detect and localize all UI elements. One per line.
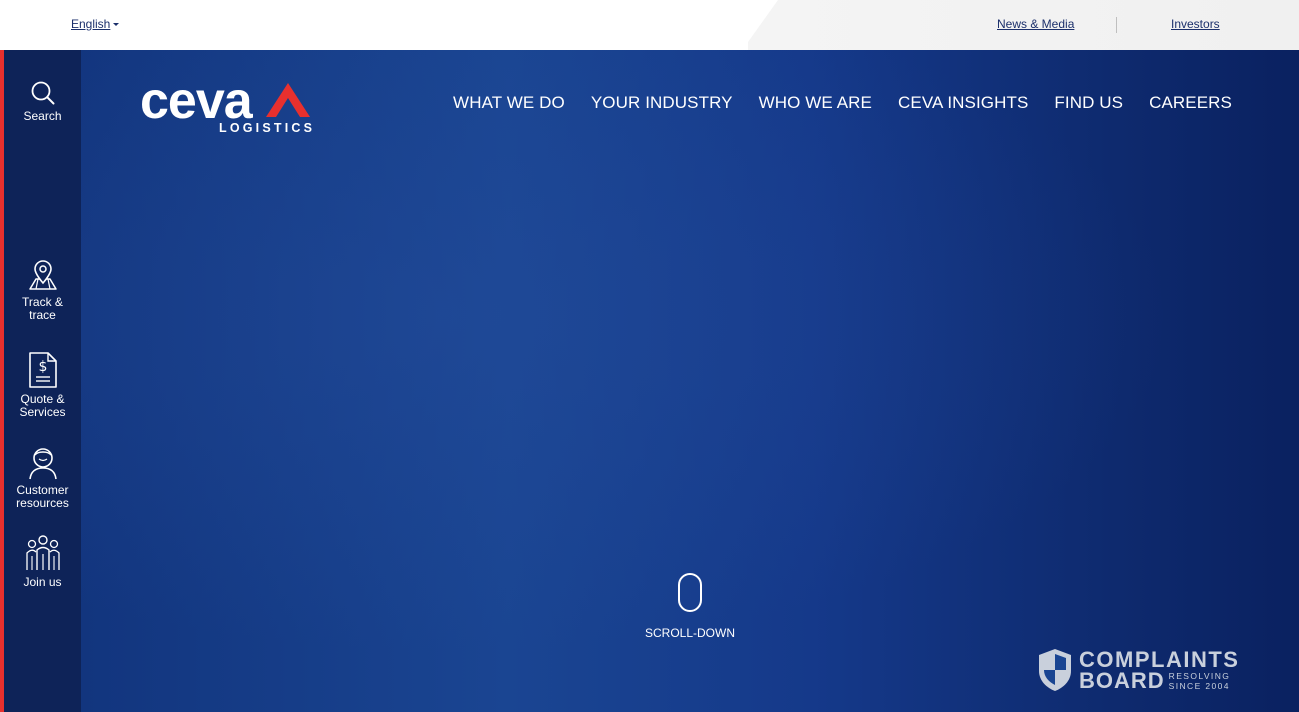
nav-who-we-are[interactable]: WHO WE ARE <box>759 93 872 113</box>
investors-link[interactable]: Investors <box>1171 17 1220 31</box>
team-icon <box>25 535 60 570</box>
language-label: English <box>71 17 111 31</box>
user-icon <box>28 448 57 480</box>
sidebar-item-join-us[interactable]: Join us <box>4 534 81 589</box>
ceva-logo-mark: ceva LOGISTICS <box>140 72 312 135</box>
top-utility-bar: English News & Media Investors <box>0 0 1299 50</box>
sidebar-item-label: Search <box>23 109 62 123</box>
nav-careers[interactable]: CAREERS <box>1149 93 1232 113</box>
left-sidebar: Search Track & trace $ Quote & Services <box>0 50 81 712</box>
hero-section: ceva LOGISTICS WHAT WE DO YOUR INDUSTRY … <box>81 50 1299 712</box>
mouse-icon <box>678 573 702 612</box>
badge-tag-2: SINCE 2004 <box>1168 680 1230 691</box>
main-navigation: WHAT WE DO YOUR INDUSTRY WHO WE ARE CEVA… <box>453 93 1232 113</box>
ceva-logo[interactable]: ceva LOGISTICS <box>140 72 312 136</box>
svg-text:$: $ <box>38 359 47 375</box>
language-selector[interactable]: English <box>71 17 120 31</box>
badge-text: COMPLAINTS BOARD RESOLVING SINCE 2004 <box>1079 646 1240 693</box>
scroll-down-indicator[interactable]: SCROLL-DOWN <box>645 573 735 640</box>
sidebar-item-customer-resources[interactable]: Customer resources <box>4 446 81 510</box>
badge-line-1: COMPLAINTS <box>1079 646 1240 672</box>
nav-find-us[interactable]: FIND US <box>1054 93 1123 113</box>
scroll-down-label: SCROLL-DOWN <box>645 626 736 640</box>
logo-subtitle: LOGISTICS <box>219 121 312 135</box>
sidebar-item-track-trace[interactable]: Track & trace <box>4 258 81 322</box>
sidebar-item-label: Customer resources <box>16 483 69 510</box>
sidebar-item-quote-services[interactable]: $ Quote & Services <box>4 351 81 419</box>
sidebar-item-label: Join us <box>23 575 62 589</box>
sidebar-item-label: Track & trace <box>22 295 63 322</box>
search-icon <box>31 81 54 105</box>
sidebar-item-label: Quote & Services <box>19 392 66 419</box>
badge-tag-1: RESOLVING <box>1168 670 1231 681</box>
shield-icon <box>1039 649 1071 691</box>
news-media-link[interactable]: News & Media <box>997 17 1074 31</box>
complaints-board-badge[interactable]: COMPLAINTS BOARD RESOLVING SINCE 2004 <box>1037 646 1251 694</box>
badge-line-2: BOARD <box>1079 667 1165 693</box>
dollar-document-icon: $ <box>28 352 57 388</box>
caret-down-icon <box>113 23 120 26</box>
map-pin-icon <box>28 260 57 290</box>
logo-red-chevron <box>266 83 310 117</box>
top-bar-divider <box>1116 17 1117 33</box>
sidebar-item-search[interactable]: Search <box>4 80 81 123</box>
nav-your-industry[interactable]: YOUR INDUSTRY <box>591 93 733 113</box>
nav-ceva-insights[interactable]: CEVA INSIGHTS <box>898 93 1028 113</box>
nav-what-we-do[interactable]: WHAT WE DO <box>453 93 565 113</box>
